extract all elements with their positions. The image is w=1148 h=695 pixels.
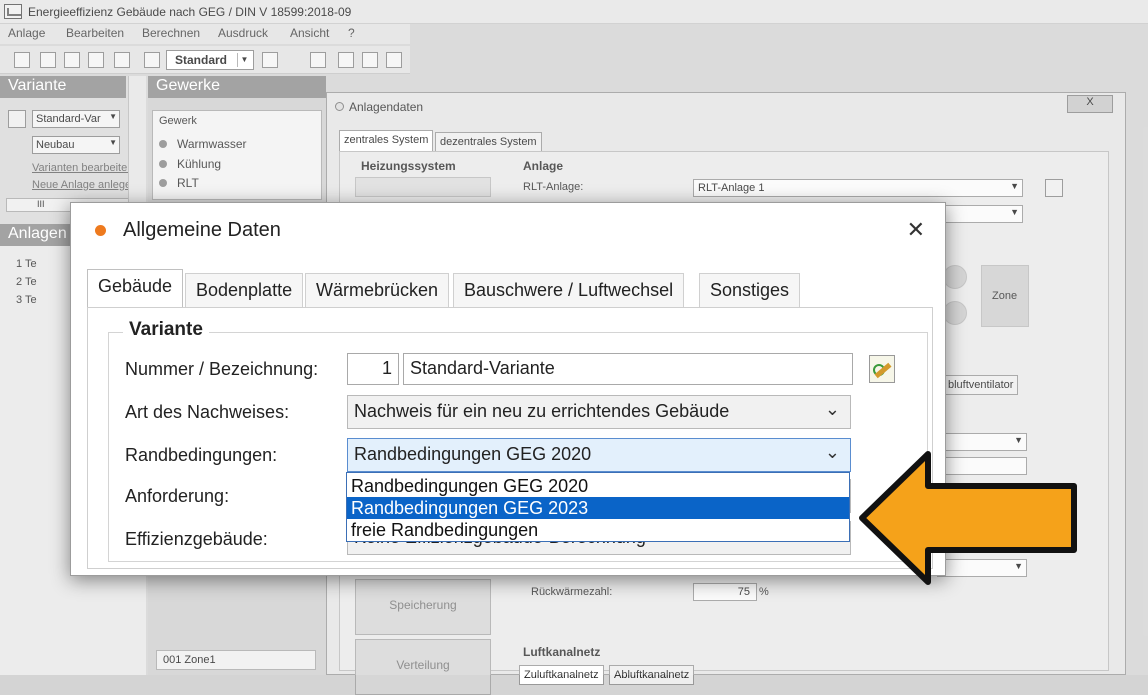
randbedingungen-value: Randbedingungen GEG 2020	[354, 444, 592, 464]
variante-group-title: Variante	[123, 319, 209, 341]
nummer-input[interactable]: 1	[347, 353, 399, 385]
bezeichnung-value: Standard-Variante	[410, 358, 555, 378]
dropdown-option[interactable]: Randbedingungen GEG 2020	[347, 475, 849, 497]
edit-variant-icon[interactable]	[869, 355, 895, 383]
effizienz-label: Effizienzgebäude:	[125, 529, 268, 549]
randbedingungen-dropdown: Randbedingungen GEG 2020 Randbedingungen…	[346, 472, 850, 542]
anforderung-label: Anforderung:	[125, 486, 230, 506]
dialog-icon	[95, 225, 106, 236]
chevron-down-icon: ⌄	[824, 442, 840, 462]
randbedingungen-label: Randbedingungen:	[125, 445, 278, 465]
nummer-value: 1	[381, 358, 392, 378]
chevron-down-icon: ⌄	[824, 399, 840, 419]
tab-bodenplatte[interactable]: Bodenplatte	[185, 273, 304, 307]
tab-sonstiges[interactable]: Sonstiges	[699, 273, 801, 307]
bezeichnung-input[interactable]: Standard-Variante	[403, 353, 853, 385]
randbedingungen-select[interactable]: Randbedingungen GEG 2020 ⌄	[347, 438, 851, 472]
tab-waermebruecken[interactable]: Wärmebrücken	[305, 273, 450, 307]
nachweis-select[interactable]: Nachweis für ein neu zu errichtendes Geb…	[347, 395, 851, 429]
tab-bauschwere-luftwechsel[interactable]: Bauschwere / Luftwechsel	[453, 273, 685, 307]
nachweis-label: Art des Nachweises:	[125, 402, 290, 422]
dialog-title: Allgemeine Daten	[123, 219, 281, 241]
close-icon[interactable]: ✕	[907, 217, 925, 243]
nummer-label: Nummer / Bezeichnung:	[125, 359, 319, 379]
dropdown-option[interactable]: freie Randbedingungen	[347, 519, 849, 541]
dropdown-option-highlighted[interactable]: Randbedingungen GEG 2023	[347, 497, 849, 519]
nachweis-value: Nachweis für ein neu zu errichtendes Geb…	[354, 401, 730, 421]
tab-gebaeude[interactable]: Gebäude	[87, 269, 184, 308]
orange-arrow-icon	[859, 451, 1077, 585]
